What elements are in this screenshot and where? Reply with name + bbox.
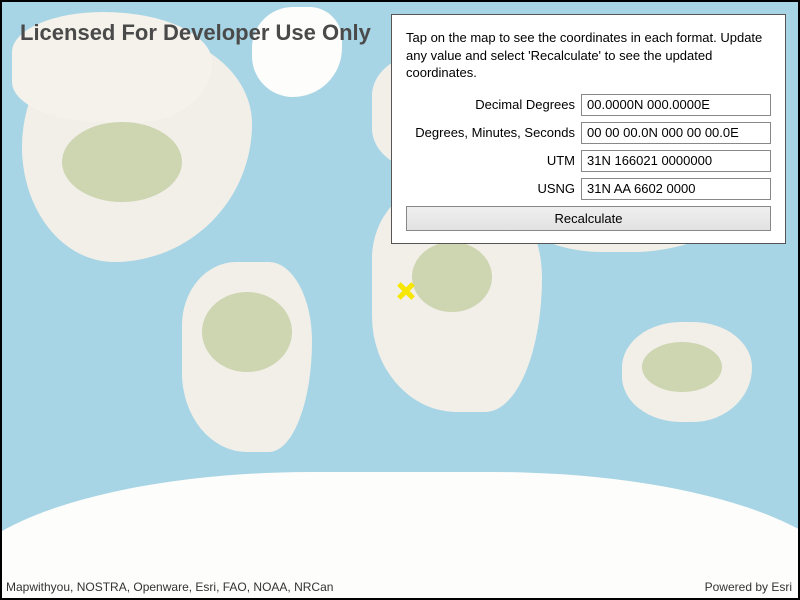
panel-instructions: Tap on the map to see the coordinates in…: [406, 29, 771, 82]
landmass: [12, 12, 212, 122]
input-usng[interactable]: [581, 178, 771, 200]
input-decimal-degrees[interactable]: [581, 94, 771, 116]
row-usng: USNG: [406, 178, 771, 200]
row-utm: UTM: [406, 150, 771, 172]
vegetation: [412, 242, 492, 312]
vegetation: [202, 292, 292, 372]
attribution-right: Powered by Esri: [705, 580, 792, 594]
row-dms: Degrees, Minutes, Seconds: [406, 122, 771, 144]
input-dms[interactable]: [581, 122, 771, 144]
vegetation: [62, 122, 182, 202]
map-container[interactable]: Licensed For Developer Use Only Tap on t…: [0, 0, 800, 600]
landmass: [252, 7, 342, 97]
vegetation: [642, 342, 722, 392]
row-decimal-degrees: Decimal Degrees: [406, 94, 771, 116]
coordinates-panel: Tap on the map to see the coordinates in…: [391, 14, 786, 244]
label-dms: Degrees, Minutes, Seconds: [406, 125, 581, 140]
input-utm[interactable]: [581, 150, 771, 172]
recalculate-button[interactable]: Recalculate: [406, 206, 771, 231]
label-utm: UTM: [406, 153, 581, 168]
label-usng: USNG: [406, 181, 581, 196]
label-decimal-degrees: Decimal Degrees: [406, 97, 581, 112]
attribution-left: Mapwithyou, NOSTRA, Openware, Esri, FAO,…: [6, 580, 333, 594]
